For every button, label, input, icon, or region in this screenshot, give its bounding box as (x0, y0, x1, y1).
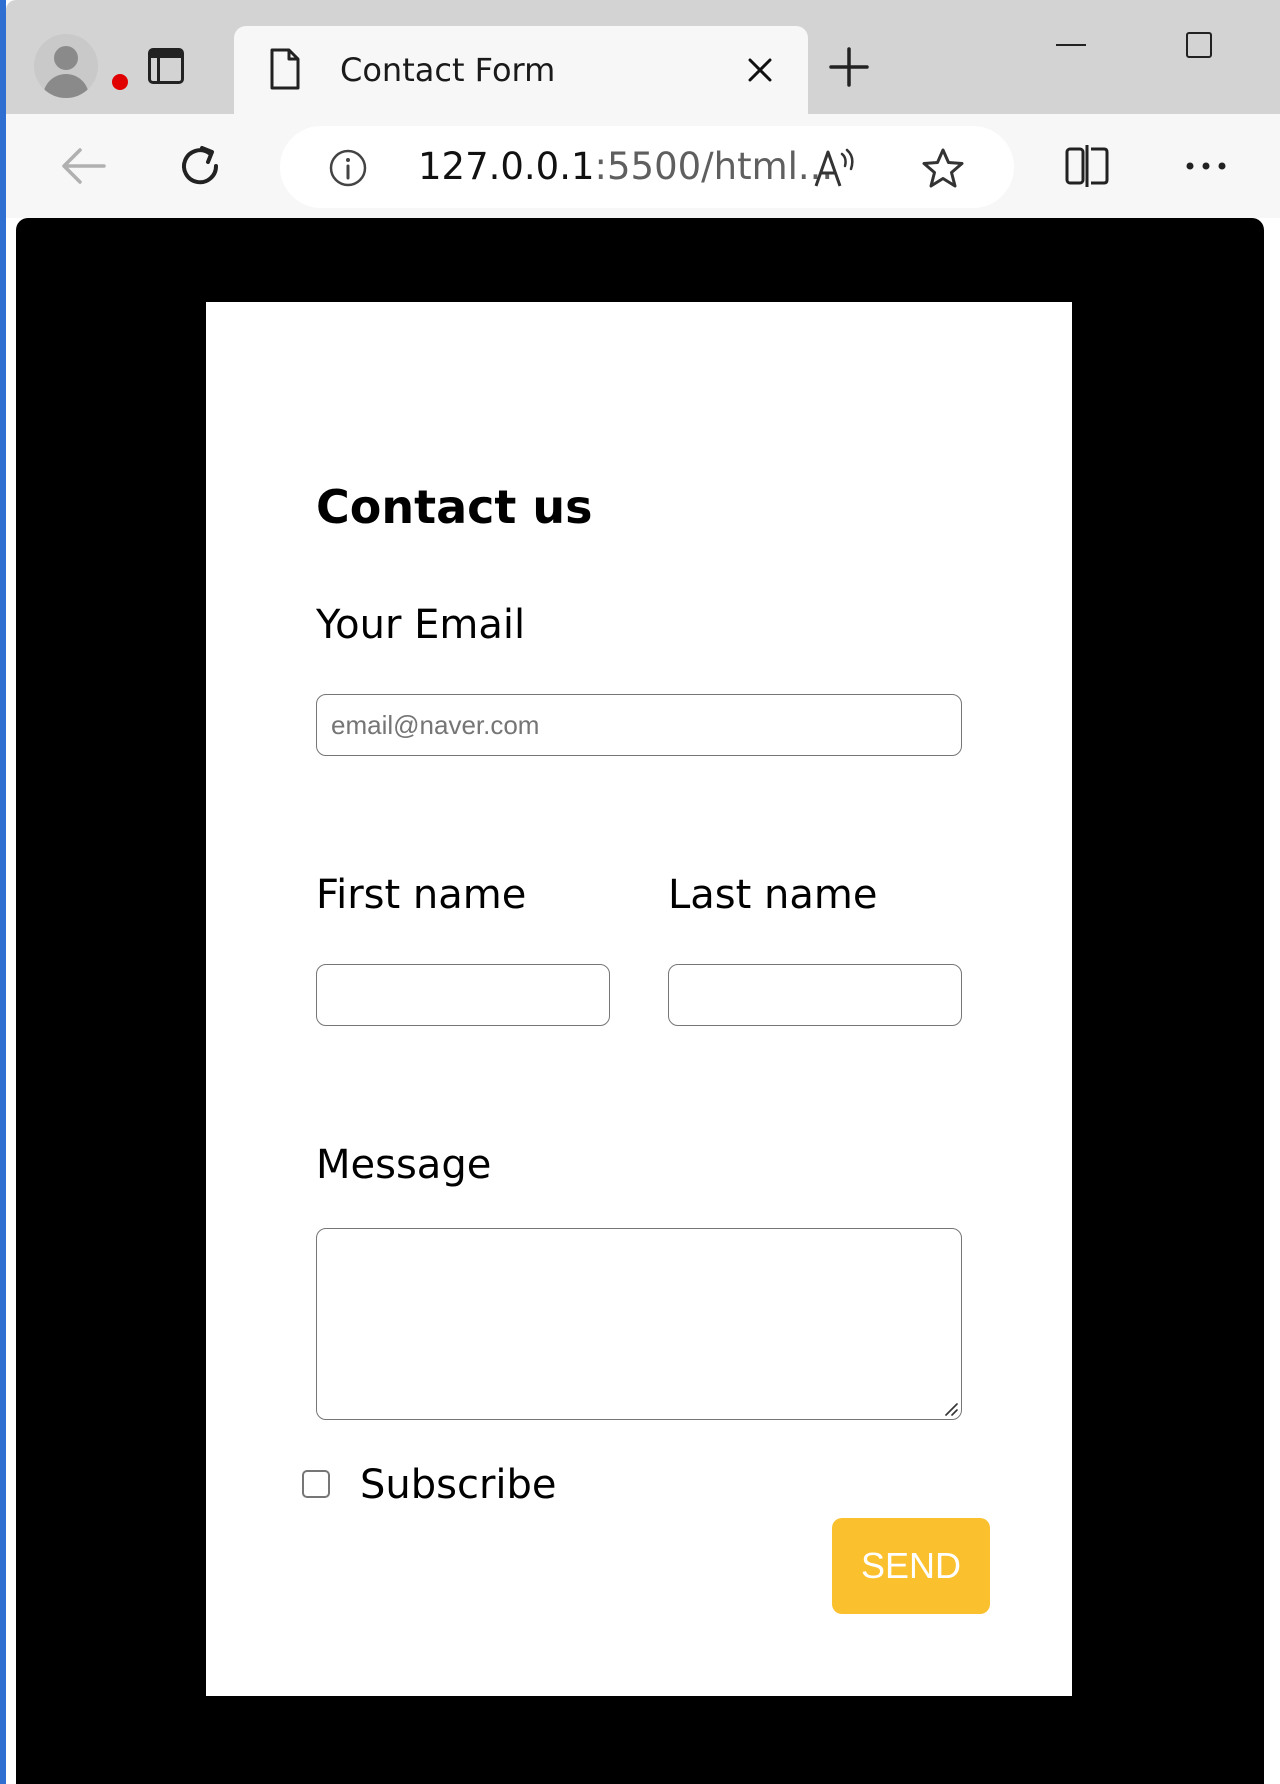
read-aloud-icon[interactable] (812, 146, 856, 190)
message-field[interactable] (316, 1228, 962, 1420)
last-name-label: Last name (668, 872, 878, 918)
title-bar: Contact Form (6, 0, 1280, 114)
plus-icon[interactable] (828, 46, 870, 88)
back-arrow-icon[interactable] (58, 144, 108, 188)
message-label: Message (316, 1142, 492, 1188)
send-button[interactable]: SEND (832, 1518, 990, 1614)
notification-dot (110, 72, 130, 92)
info-icon[interactable] (328, 148, 368, 188)
resize-grip-icon[interactable] (942, 1400, 958, 1416)
form-title: Contact us (316, 480, 593, 534)
maximize-icon[interactable] (1186, 32, 1212, 58)
url-path: :5500/html... (594, 145, 834, 188)
email-label: Your Email (316, 602, 526, 648)
address-bar[interactable]: 127.0.0.1:5500/html... (280, 126, 1014, 208)
last-name-field[interactable] (668, 964, 962, 1026)
url-host: 127.0.0.1 (418, 145, 595, 188)
toolbar: 127.0.0.1:5500/html... (6, 114, 1280, 218)
browser-window: Contact Form 127.0.0.1:5500/html... Cont… (6, 0, 1280, 1784)
profile-notification (34, 34, 130, 98)
subscribe-checkbox[interactable] (302, 1470, 330, 1498)
contact-form-card: Contact us Your Email First name Last na… (206, 302, 1072, 1696)
minimize-icon[interactable] (1056, 44, 1086, 46)
document-icon (270, 48, 300, 90)
reload-icon[interactable] (176, 142, 224, 190)
email-field[interactable] (316, 694, 962, 756)
close-icon[interactable] (742, 52, 778, 88)
favorite-star-icon[interactable] (920, 146, 966, 192)
first-name-label: First name (316, 872, 527, 918)
more-icon[interactable] (1184, 160, 1228, 172)
subscribe-label[interactable]: Subscribe (360, 1458, 557, 1512)
page-viewport: Contact us Your Email First name Last na… (16, 218, 1264, 1784)
split-screen-icon[interactable] (1064, 144, 1110, 188)
tab-title: Contact Form (340, 51, 556, 89)
tab-contact-form[interactable]: Contact Form (234, 26, 808, 114)
url-text[interactable]: 127.0.0.1:5500/html... (418, 126, 833, 208)
tab-actions-icon[interactable] (148, 48, 184, 84)
first-name-field[interactable] (316, 964, 610, 1026)
